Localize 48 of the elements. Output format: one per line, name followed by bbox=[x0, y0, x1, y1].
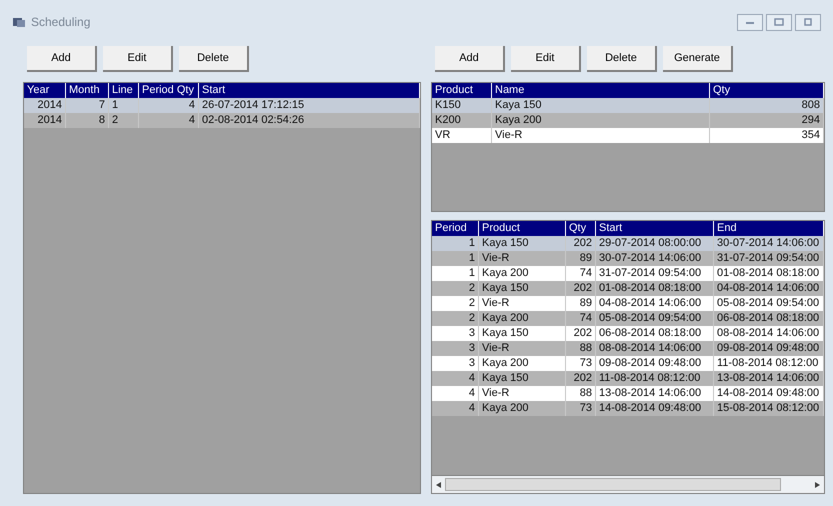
table-row[interactable]: 2014 8 2 4 02-08-2014 02:54:26 bbox=[24, 113, 420, 128]
table-cell: 4 bbox=[139, 113, 199, 128]
table-row[interactable]: K200 Kaya 200 294 bbox=[432, 113, 824, 128]
table-cell: Kaya 200 bbox=[479, 401, 566, 416]
maximize-icon bbox=[774, 18, 784, 26]
toolbar-button[interactable]: Delete bbox=[179, 46, 249, 72]
toolbar-button[interactable]: Edit bbox=[103, 46, 173, 72]
table-row[interactable]: 4 Kaya 150 202 11-08-2014 08:12:00 13-08-2014 14:06:00 bbox=[432, 371, 824, 386]
app-icon bbox=[12, 16, 26, 28]
table-row[interactable]: K150 Kaya 150 808 bbox=[432, 98, 824, 113]
table-row[interactable]: 4 Kaya 200 73 14-08-2014 09:48:00 15-08-2014 08:12:00 bbox=[432, 401, 824, 416]
table-cell: 2014 bbox=[24, 113, 66, 128]
table-cell: 354 bbox=[710, 128, 824, 143]
table-cell: Vie-R bbox=[492, 128, 710, 143]
toolbar-button[interactable]: Add bbox=[27, 46, 97, 72]
window-title: Scheduling bbox=[31, 15, 90, 29]
table-row[interactable]: 2 Vie-R 89 04-08-2014 14:06:00 05-08-2014 09:54:00 bbox=[432, 296, 824, 311]
table-cell: 8 bbox=[66, 113, 109, 128]
toolbar-button[interactable]: Add bbox=[435, 46, 505, 72]
table-row[interactable]: 2 Kaya 200 74 05-08-2014 09:54:00 06-08-2014 08:18:00 bbox=[432, 311, 824, 326]
restore-icon bbox=[803, 18, 813, 26]
toolbar-button[interactable]: Delete bbox=[587, 46, 657, 72]
table-row[interactable]: 1 Vie-R 89 30-07-2014 14:06:00 31-07-2014 09:54:00 bbox=[432, 251, 824, 266]
scroll-right-icon[interactable] bbox=[815, 482, 820, 488]
table-cell: 4 bbox=[432, 401, 479, 416]
table-cell: 73 bbox=[566, 401, 596, 416]
table-cell: 02-08-2014 02:54:26 bbox=[199, 113, 420, 128]
table-row[interactable]: 3 Vie-R 88 08-08-2014 14:06:00 09-08-2014 09:48:00 bbox=[432, 341, 824, 356]
toolbar-button[interactable]: Generate bbox=[663, 46, 733, 72]
table-row[interactable]: 3 Kaya 200 73 09-08-2014 09:48:00 11-08-2014 08:12:00 bbox=[432, 356, 824, 371]
table-cell: 2 bbox=[109, 113, 139, 128]
table-cell: 14-08-2014 09:48:00 bbox=[596, 401, 714, 416]
table-cell: 15-08-2014 08:12:00 bbox=[714, 401, 824, 416]
table-row[interactable]: 3 Kaya 150 202 06-08-2014 08:18:00 08-08-2014 14:06:00 bbox=[432, 326, 824, 341]
minimize-button[interactable] bbox=[737, 14, 763, 30]
table-row[interactable]: 4 Vie-R 88 13-08-2014 14:06:00 14-08-2014 09:48:00 bbox=[432, 386, 824, 401]
horizontal-scrollbar[interactable] bbox=[431, 476, 825, 494]
table-cell: VR bbox=[432, 128, 492, 143]
table-row[interactable]: 1 Kaya 150 202 29-07-2014 08:00:00 30-07-2014 14:06:00 bbox=[432, 236, 824, 251]
minimize-icon bbox=[745, 19, 755, 25]
close-button[interactable] bbox=[795, 14, 821, 30]
maximize-button[interactable] bbox=[766, 14, 792, 30]
table-row[interactable]: 2 Kaya 150 202 01-08-2014 08:18:00 04-08-2014 14:06:00 bbox=[432, 281, 824, 296]
table-row[interactable]: 2014 7 1 4 26-07-2014 17:12:15 bbox=[24, 98, 420, 113]
table-row[interactable]: 1 Kaya 200 74 31-07-2014 09:54:00 01-08-2014 08:18:00 bbox=[432, 266, 824, 281]
table-row[interactable]: VR Vie-R 354 bbox=[432, 128, 824, 143]
scroll-left-icon[interactable] bbox=[436, 482, 441, 488]
toolbar-button[interactable]: Edit bbox=[511, 46, 581, 72]
